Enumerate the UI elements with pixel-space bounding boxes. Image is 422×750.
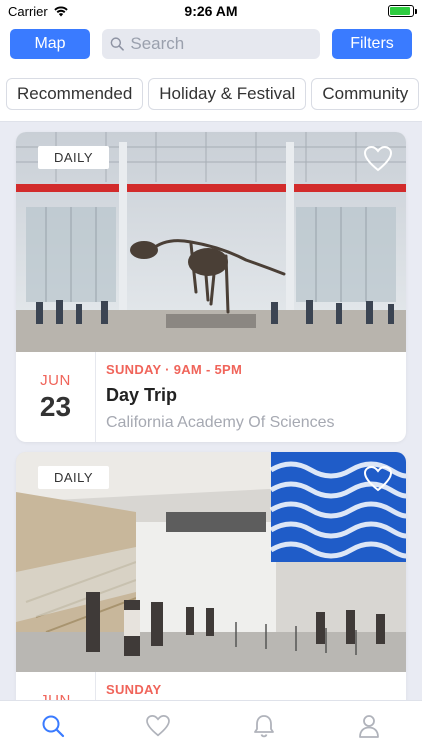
- filters-button[interactable]: Filters: [332, 29, 412, 59]
- search-input[interactable]: [130, 34, 312, 54]
- map-button[interactable]: Map: [10, 29, 90, 59]
- profile-icon: [359, 714, 380, 738]
- top-bar: Map Filters: [0, 22, 422, 66]
- battery-icon: [388, 5, 417, 17]
- search-bar[interactable]: [102, 29, 320, 59]
- tab-notifications[interactable]: [244, 706, 284, 746]
- event-schedule: SUNDAY · 9AM - 5PM: [106, 362, 243, 377]
- chip-holiday-festival[interactable]: Holiday & Festival: [148, 77, 307, 110]
- frequency-badge: DAILY: [38, 146, 110, 169]
- tab-bar: [0, 700, 422, 750]
- favorite-button[interactable]: [363, 465, 393, 492]
- tab-profile[interactable]: [349, 706, 389, 746]
- search-icon: [110, 37, 124, 51]
- battery-area: [388, 5, 417, 17]
- event-title: Day Trip: [106, 385, 178, 405]
- tab-favorites[interactable]: [138, 706, 178, 746]
- event-photo: DAILY: [16, 132, 406, 352]
- event-card[interactable]: DAILY JUN 23 SUNDAY: [16, 452, 406, 700]
- event-info: JUN 23 SUNDAY: [16, 672, 406, 700]
- heart-outline-icon: [363, 465, 393, 492]
- status-bar: Carrier 9:26 AM: [0, 0, 422, 22]
- event-month: JUN: [40, 691, 71, 701]
- carrier-label: Carrier: [8, 3, 48, 19]
- event-date: JUN 23: [16, 352, 96, 442]
- event-day: 23: [39, 390, 72, 422]
- favorite-button[interactable]: [363, 145, 393, 172]
- bell-icon: [253, 714, 274, 737]
- heart-icon: [146, 714, 171, 736]
- event-details: SUNDAY: [96, 672, 406, 700]
- chip-recommended[interactable]: Recommended: [6, 77, 144, 110]
- frequency-badge: DAILY: [38, 466, 110, 489]
- event-card[interactable]: DAILY JUN 23 SUNDAY · 9AM - 5PM Day Trip…: [16, 132, 406, 442]
- event-info: JUN 23 SUNDAY · 9AM - 5PM Day Trip Calif…: [16, 352, 406, 442]
- event-feed[interactable]: DAILY JUN 23 SUNDAY · 9AM - 5PM Day Trip…: [0, 122, 422, 700]
- heart-outline-icon: [363, 145, 393, 172]
- event-date: JUN 23: [16, 672, 96, 700]
- tab-search[interactable]: [33, 706, 73, 746]
- search-icon: [42, 715, 64, 737]
- event-photo: DAILY: [16, 452, 406, 672]
- event-month: JUN: [40, 371, 71, 389]
- event-venue: California Academy Of Sciences: [106, 414, 335, 431]
- wifi-icon: [54, 6, 68, 17]
- event-schedule: SUNDAY: [106, 682, 162, 697]
- event-details: SUNDAY · 9AM - 5PM Day Trip California A…: [96, 352, 406, 442]
- chip-community[interactable]: Community: [311, 77, 420, 110]
- carrier-info: Carrier: [8, 4, 69, 19]
- battery-level: [390, 7, 410, 15]
- category-chips: Recommended Holiday & Festival Community: [0, 66, 422, 122]
